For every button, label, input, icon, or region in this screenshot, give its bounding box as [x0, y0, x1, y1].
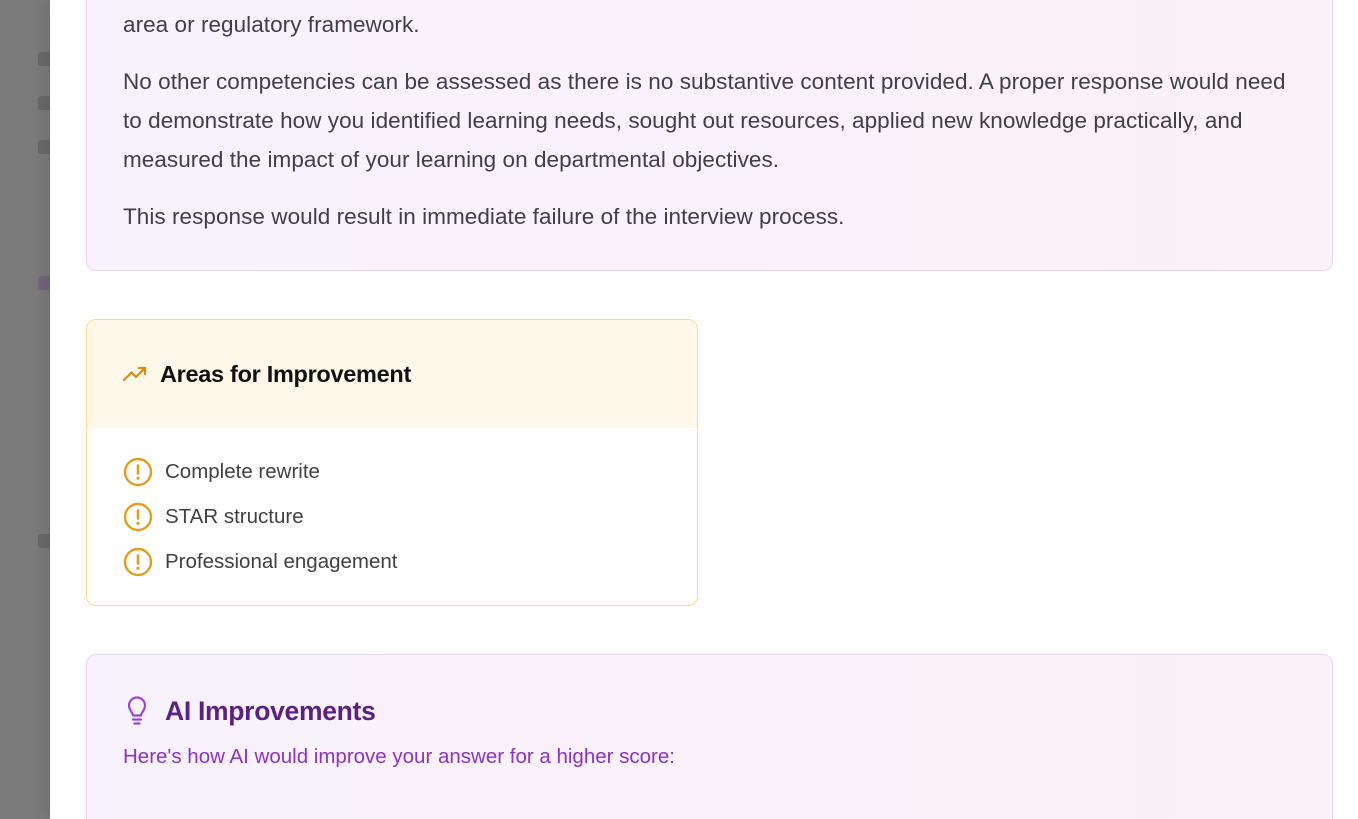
- lightbulb-icon: [127, 696, 147, 725]
- improvement-label: Professional engagement: [165, 549, 398, 573]
- analysis-verdict: This response would result in immediate …: [123, 204, 845, 229]
- ai-improvements-header: AI Improvements: [123, 695, 376, 727]
- alert-circle-icon: [123, 457, 153, 486]
- improvement-item: Complete rewrite: [123, 449, 697, 494]
- analysis-paragraph: No other competencies can be assessed as…: [123, 69, 1286, 172]
- improvement-list: Complete rewrite STAR structure Professi…: [87, 428, 697, 584]
- backdrop-shape: [38, 276, 50, 290]
- backdrop-shape: [38, 140, 50, 154]
- improvement-label: Complete rewrite: [165, 459, 320, 483]
- improvement-item: STAR structure: [123, 494, 697, 539]
- alert-circle-icon: [123, 547, 153, 576]
- ai-improvements-title: AI Improvements: [165, 695, 376, 726]
- areas-for-improvement-card: Areas for Improvement Complete rewrite S…: [86, 319, 698, 606]
- improvement-label: STAR structure: [165, 504, 304, 528]
- areas-for-improvement-title: Areas for Improvement: [160, 360, 411, 387]
- ai-improvements-subtitle: Here's how AI would improve your answer …: [123, 745, 675, 768]
- backdrop-shape: [38, 52, 50, 66]
- feedback-panel: area or regulatory framework. No other c…: [50, 0, 1358, 819]
- improvement-item: Professional engagement: [123, 539, 697, 584]
- backdrop-shape: [38, 534, 50, 548]
- backdrop-shape: [38, 96, 50, 110]
- analysis-card: area or regulatory framework. No other c…: [86, 0, 1333, 271]
- trending-up-icon: [123, 366, 147, 382]
- ai-improvements-card: AI Improvements Here's how AI would impr…: [86, 654, 1333, 819]
- analysis-text-fragment: area or regulatory framework.: [123, 12, 420, 37]
- modal-backdrop[interactable]: [0, 0, 50, 819]
- alert-circle-icon: [123, 502, 153, 531]
- areas-for-improvement-header: Areas for Improvement: [87, 320, 697, 428]
